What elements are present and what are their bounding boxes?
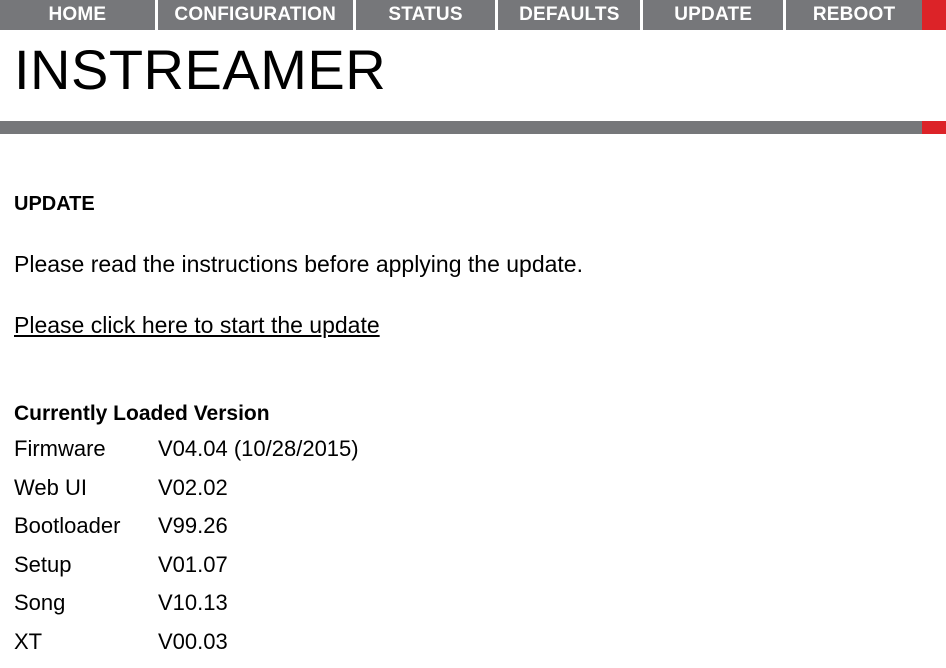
nav-item-defaults[interactable]: DEFAULTS [498, 0, 641, 30]
nav-item-status[interactable]: STATUS [355, 0, 496, 30]
version-value: V00.03 [158, 628, 228, 654]
main-navigation: HOME CONFIGURATION STATUS DEFAULTS UPDAT… [0, 0, 946, 30]
page-title: INSTREAMER [14, 38, 387, 101]
version-value: V99.26 [158, 513, 228, 539]
version-label: Web UI [14, 474, 87, 500]
nav-accent-block [921, 0, 946, 30]
table-row: Song V10.13 [14, 584, 359, 623]
main-content: UPDATE Please read the instructions befo… [0, 192, 946, 661]
version-label: Bootloader [14, 513, 121, 539]
nav-item-update[interactable]: UPDATE [643, 0, 784, 30]
nav-item-reboot[interactable]: REBOOT [786, 0, 922, 30]
version-label: Firmware [14, 436, 106, 462]
divider-accent-segment [922, 121, 946, 134]
nav-item-configuration[interactable]: CONFIGURATION [157, 0, 353, 30]
divider-gray-segment [0, 121, 922, 134]
table-row: Firmware V04.04 (10/28/2015) [14, 430, 359, 469]
version-label: Song [14, 590, 66, 616]
table-row: Web UI V02.02 [14, 469, 359, 508]
section-heading: UPDATE [14, 193, 95, 215]
header-area: INSTREAMER [0, 30, 946, 121]
instruction-text: Please read the instructions before appl… [14, 251, 583, 277]
version-label: Setup [14, 551, 72, 577]
version-label: XT [14, 628, 43, 654]
table-row: XT V00.03 [14, 623, 359, 662]
version-value: V02.02 [158, 474, 228, 500]
version-value: V01.07 [158, 551, 228, 577]
table-row: Bootloader V99.26 [14, 507, 359, 546]
header-divider [0, 121, 946, 134]
version-table: Firmware V04.04 (10/28/2015) Web UI V02.… [14, 430, 359, 661]
version-value: V10.13 [158, 590, 228, 616]
table-row: Setup V01.07 [14, 546, 359, 585]
start-update-link[interactable]: Please click here to start the update [14, 312, 380, 340]
version-section-heading: Currently Loaded Version [14, 402, 270, 426]
nav-item-home[interactable]: HOME [0, 0, 155, 30]
version-value: V04.04 (10/28/2015) [158, 436, 359, 462]
version-section: Currently Loaded Version Firmware V04.04… [14, 401, 932, 661]
